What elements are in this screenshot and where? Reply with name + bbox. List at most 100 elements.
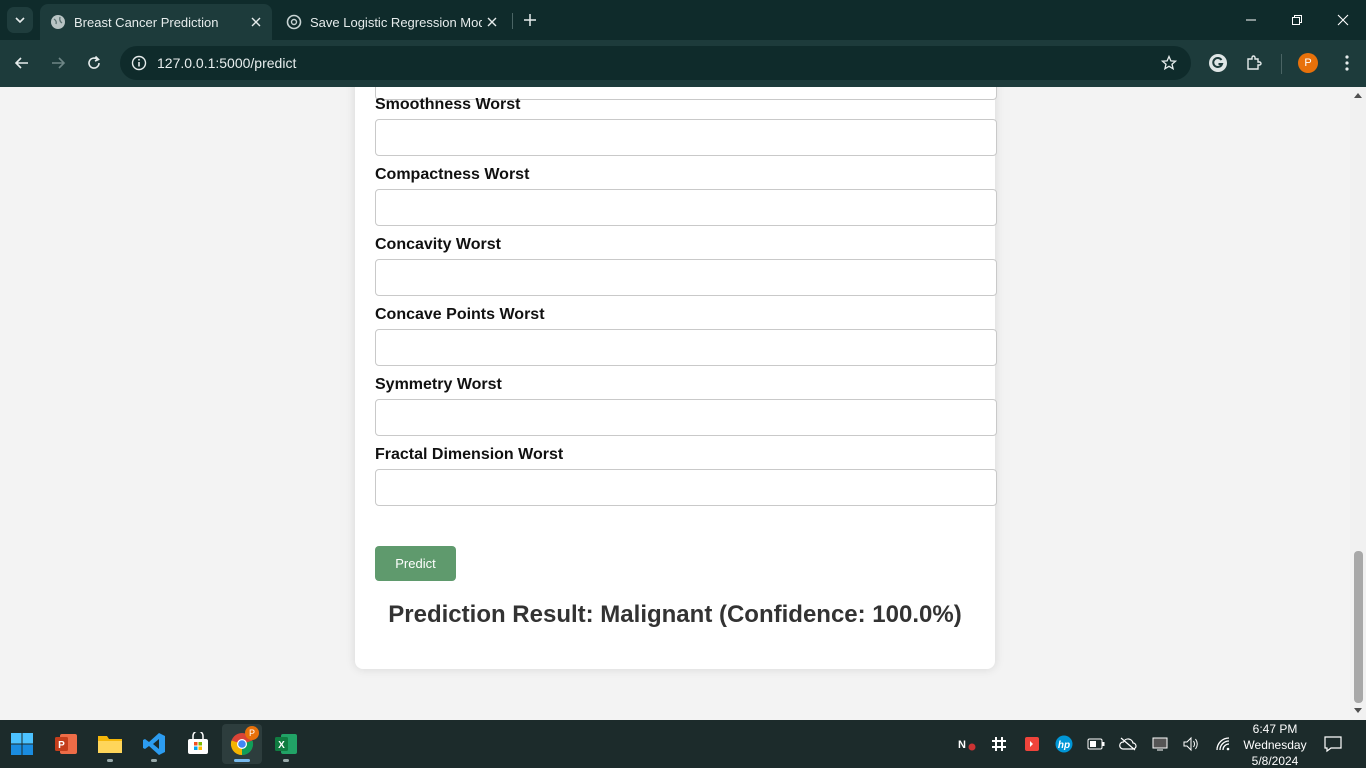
tray-anydesk[interactable] bbox=[1022, 734, 1042, 754]
cloud-off-icon bbox=[1119, 737, 1137, 751]
concave-points-worst-label: Concave Points Worst bbox=[375, 306, 545, 323]
chatgpt-icon bbox=[286, 14, 302, 30]
url-text[interactable]: 127.0.0.1:5000/predict bbox=[157, 55, 296, 71]
tab-search-button[interactable] bbox=[7, 7, 33, 33]
scroll-down-arrow-icon[interactable] bbox=[1354, 707, 1362, 715]
bookmark-star-icon[interactable] bbox=[1159, 53, 1179, 73]
arrow-left-icon bbox=[14, 57, 28, 69]
prediction-form-card: Smoothness Worst Compactness Worst Conca… bbox=[355, 87, 997, 669]
concavity-worst-input[interactable] bbox=[375, 259, 997, 296]
scroll-up-arrow-icon[interactable] bbox=[1354, 91, 1362, 99]
address-bar[interactable]: 127.0.0.1:5000/predict bbox=[120, 46, 1191, 80]
close-tab-icon[interactable] bbox=[482, 12, 502, 32]
minimize-button[interactable] bbox=[1228, 0, 1274, 40]
symmetry-worst-input[interactable] bbox=[375, 399, 997, 436]
tray-volume[interactable] bbox=[1181, 734, 1201, 754]
tray-onedrive[interactable] bbox=[1118, 734, 1138, 754]
taskbar-excel[interactable]: X bbox=[266, 724, 306, 764]
clock-date: 5/8/2024 bbox=[1251, 754, 1299, 768]
onenote-tray-icon: N bbox=[958, 739, 976, 751]
reload-icon bbox=[88, 55, 100, 69]
svg-text:P: P bbox=[58, 740, 65, 751]
new-tab-button[interactable] bbox=[520, 10, 540, 30]
site-info-icon[interactable] bbox=[129, 53, 149, 73]
chrome-profile-badge: P bbox=[245, 726, 259, 740]
tab-breast-cancer-prediction[interactable]: Breast Cancer Prediction bbox=[40, 4, 272, 40]
notification-icon bbox=[1324, 736, 1342, 753]
tab-title: Breast Cancer Prediction bbox=[74, 14, 219, 30]
windows-start-icon bbox=[11, 733, 33, 755]
battery-icon bbox=[1087, 738, 1105, 750]
wifi-icon bbox=[1216, 737, 1230, 751]
tab-save-logistic-regression-model[interactable]: Save Logistic Regression Model bbox=[276, 4, 508, 40]
forward-button[interactable] bbox=[47, 52, 69, 74]
taskbar-vscode[interactable] bbox=[134, 724, 174, 764]
more-vertical-icon bbox=[1345, 55, 1349, 71]
browser-toolbar: 127.0.0.1:5000/predict P bbox=[0, 40, 1366, 87]
browser-menu-button[interactable] bbox=[1336, 52, 1358, 74]
symmetry-worst-label: Symmetry Worst bbox=[375, 376, 502, 393]
taskbar-microsoft-store[interactable] bbox=[178, 724, 218, 764]
minimize-icon bbox=[1246, 19, 1256, 21]
notifications-button[interactable] bbox=[1323, 734, 1343, 754]
tray-slack[interactable] bbox=[989, 734, 1009, 754]
page-scrollbar[interactable] bbox=[1350, 87, 1366, 720]
hp-icon: hp bbox=[1055, 735, 1073, 753]
profile-avatar[interactable]: P bbox=[1298, 53, 1318, 73]
fractal-dimension-worst-label: Fractal Dimension Worst bbox=[375, 446, 564, 463]
tab-separator bbox=[512, 13, 513, 29]
tray-hp[interactable]: hp bbox=[1054, 734, 1074, 754]
fractal-dimension-worst-input[interactable] bbox=[375, 469, 997, 506]
tray-display[interactable] bbox=[1150, 734, 1170, 754]
display-icon bbox=[1152, 737, 1168, 751]
taskbar-file-explorer[interactable] bbox=[90, 724, 130, 764]
grammarly-extension[interactable] bbox=[1207, 52, 1229, 74]
close-tab-icon[interactable] bbox=[246, 12, 266, 32]
tab-strip: Breast Cancer Prediction Save Logistic R… bbox=[0, 0, 1366, 40]
globe-icon bbox=[50, 14, 66, 30]
concave-points-worst-input[interactable] bbox=[375, 329, 997, 366]
svg-text:hp: hp bbox=[1058, 740, 1070, 751]
compactness-worst-label: Compactness Worst bbox=[375, 166, 530, 183]
taskbar: P P X N hp 6:47 PM Wednesday 5/8/2024 bbox=[0, 720, 1366, 768]
svg-text:X: X bbox=[278, 740, 285, 751]
plus-icon bbox=[524, 14, 536, 26]
smoothness-worst-label: Smoothness Worst bbox=[375, 96, 521, 113]
extensions-button[interactable] bbox=[1243, 52, 1265, 74]
store-icon bbox=[188, 732, 208, 754]
start-button[interactable] bbox=[2, 724, 42, 764]
tray-wifi[interactable] bbox=[1214, 734, 1234, 754]
powerpoint-icon: P bbox=[55, 734, 77, 754]
vscode-icon bbox=[143, 733, 165, 755]
svg-text:N: N bbox=[958, 739, 966, 751]
predict-button[interactable]: Predict bbox=[375, 546, 456, 581]
reload-button[interactable] bbox=[83, 52, 105, 74]
slack-icon bbox=[992, 737, 1006, 751]
compactness-worst-input[interactable] bbox=[375, 189, 997, 226]
close-window-button[interactable] bbox=[1320, 0, 1366, 40]
tray-battery[interactable] bbox=[1086, 734, 1106, 754]
page-viewport: Smoothness Worst Compactness Worst Conca… bbox=[0, 87, 1366, 720]
running-indicator bbox=[234, 759, 250, 762]
scrollbar-thumb[interactable] bbox=[1354, 551, 1363, 703]
taskbar-chrome[interactable]: P bbox=[222, 724, 262, 764]
smoothness-worst-input[interactable] bbox=[375, 119, 997, 156]
back-button[interactable] bbox=[11, 52, 33, 74]
clock-time: 6:47 PM bbox=[1252, 722, 1298, 736]
grammarly-icon bbox=[1209, 54, 1227, 72]
taskbar-powerpoint[interactable]: P bbox=[46, 724, 86, 764]
speaker-icon bbox=[1183, 736, 1198, 752]
running-indicator bbox=[283, 759, 289, 762]
puzzle-icon bbox=[1247, 55, 1262, 70]
chevron-down-icon bbox=[15, 17, 25, 24]
taskbar-clock[interactable]: 6:47 PM Wednesday 5/8/2024 bbox=[1240, 721, 1310, 768]
excel-icon: X bbox=[275, 734, 297, 754]
restore-button[interactable] bbox=[1274, 0, 1320, 40]
concavity-worst-label: Concavity Worst bbox=[375, 236, 501, 253]
clock-day: Wednesday bbox=[1243, 738, 1307, 752]
tray-onenote[interactable]: N bbox=[957, 734, 977, 754]
prediction-result: Prediction Result: Malignant (Confidence… bbox=[388, 601, 962, 628]
close-icon bbox=[1337, 14, 1349, 26]
anydesk-icon bbox=[1025, 737, 1039, 751]
running-indicator bbox=[151, 759, 157, 762]
